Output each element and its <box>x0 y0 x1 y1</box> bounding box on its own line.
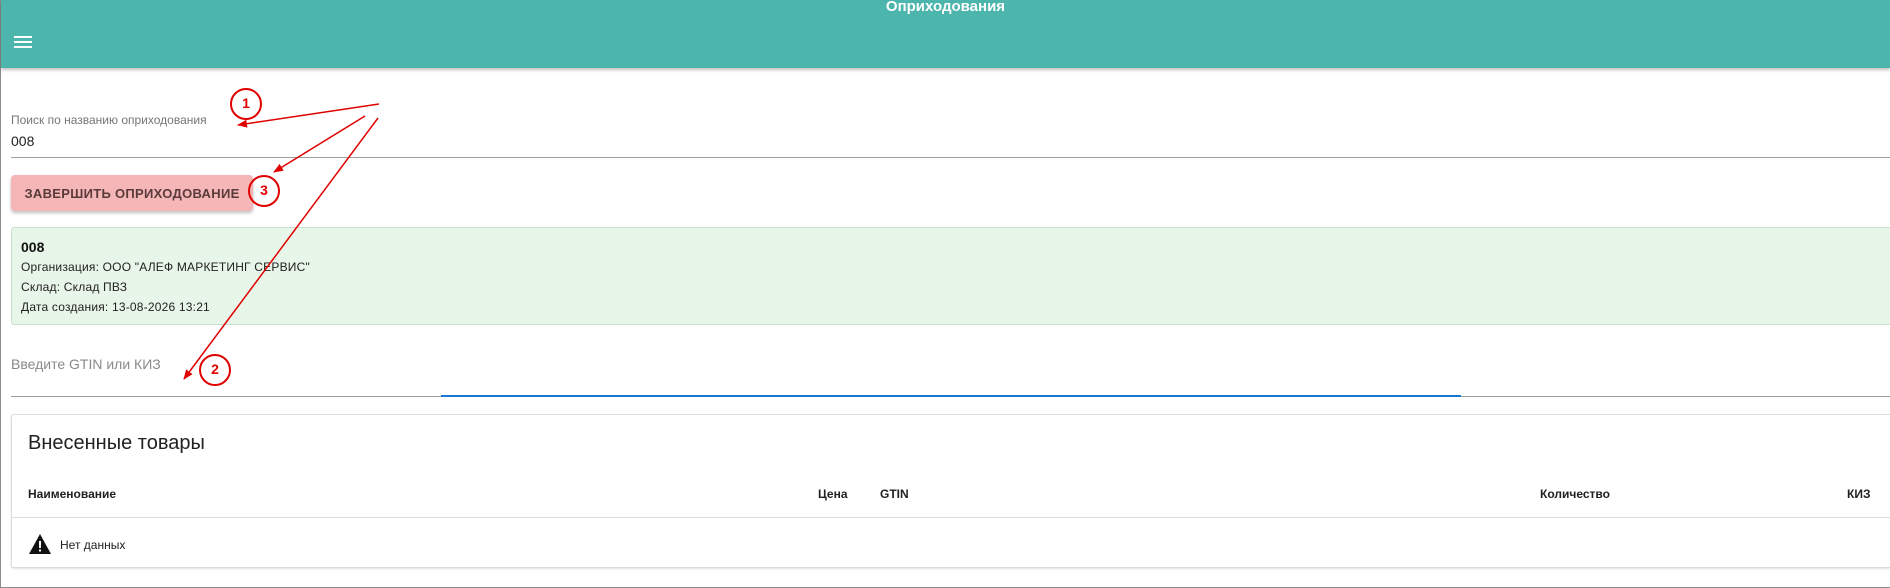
gtin-input[interactable] <box>11 375 1881 395</box>
receipt-info-card[interactable]: 008 Организация: ООО "АЛЕФ МАРКЕТИНГ СЕР… <box>11 227 1890 325</box>
column-header-gtin[interactable]: GTIN <box>880 487 909 501</box>
search-label: Поиск по названию оприходования <box>11 113 207 127</box>
gtin-input-label: Введите GTIN или КИЗ <box>11 356 161 372</box>
menu-icon <box>14 36 32 48</box>
items-table-title: Внесенные товары <box>28 432 205 454</box>
table-header-divider <box>12 517 1890 518</box>
empty-state-text: Нет данных <box>60 538 126 552</box>
receipt-organization: Организация: ООО "АЛЕФ МАРКЕТИНГ СЕРВИС" <box>21 260 310 274</box>
annotation-number-3: 3 <box>260 182 268 198</box>
column-header-quantity[interactable]: Количество <box>1540 487 1610 501</box>
column-header-price[interactable]: Цена <box>818 487 848 501</box>
receipt-warehouse: Склад: Склад ПВЗ <box>21 280 128 294</box>
finish-receipt-button[interactable]: ЗАВЕРШИТЬ ОПРИХОДОВАНИЕ <box>11 175 253 211</box>
gtin-focus-indicator <box>441 395 1461 397</box>
receipt-number: 008 <box>21 239 45 255</box>
annotation-number-2: 2 <box>211 361 219 377</box>
search-input[interactable] <box>11 130 1881 152</box>
column-header-name[interactable]: Наименование <box>28 487 116 501</box>
column-header-kiz[interactable]: КИЗ <box>1847 487 1870 501</box>
menu-button[interactable] <box>11 30 39 54</box>
page-title: Оприходования <box>885 0 1006 15</box>
warning-icon <box>29 534 51 554</box>
items-table-card: Внесенные товары Наименование Цена GTIN … <box>11 414 1890 568</box>
app-bar: Оприходования <box>1 0 1890 68</box>
annotation-number-1: 1 <box>242 95 250 111</box>
receipt-created-date: Дата создания: 13-08-2026 13:21 <box>21 300 210 314</box>
search-underline <box>11 157 1890 158</box>
